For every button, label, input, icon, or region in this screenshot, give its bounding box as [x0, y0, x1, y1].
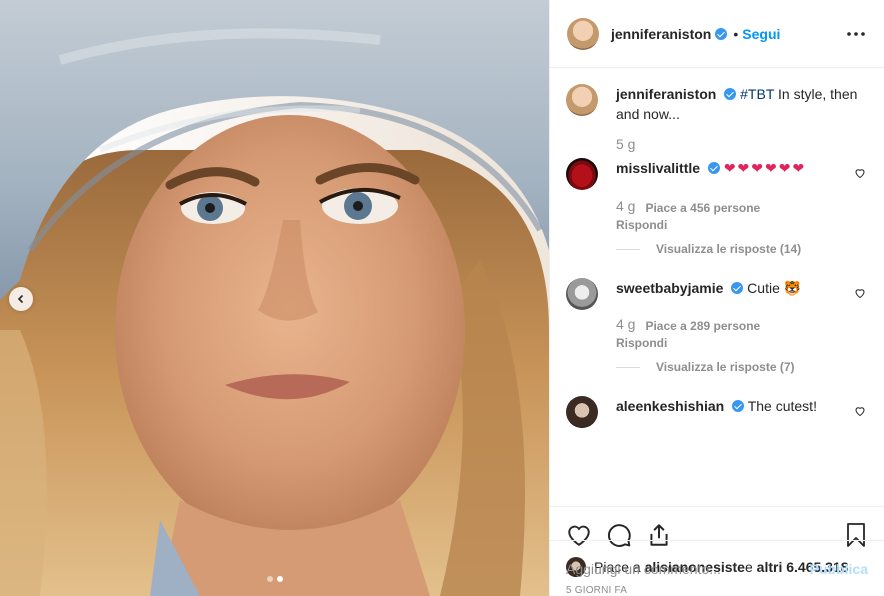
- more-icon: [847, 31, 865, 36]
- heart-icon: [855, 169, 865, 179]
- post-header: jenniferaniston • Segui: [550, 0, 884, 68]
- comment-avatar[interactable]: [566, 278, 598, 310]
- verified-icon: [707, 162, 720, 174]
- replies-divider: [616, 248, 640, 250]
- comment-input[interactable]: [566, 560, 810, 577]
- chevron-left-icon: [17, 294, 24, 304]
- comment: sweetbabyjamie Cutie 🐯 4 g Piace a 289 p…: [566, 278, 868, 350]
- comments-list[interactable]: jenniferaniston #TBT In style, then and …: [550, 68, 884, 506]
- comment: aleenkeshishian The cutest!: [566, 396, 868, 428]
- view-replies-button[interactable]: Visualizza le risposte (7): [616, 360, 868, 374]
- add-comment-bar: Pubblica: [550, 540, 884, 596]
- verified-icon: [724, 88, 737, 100]
- view-replies-label: Visualizza le risposte (14): [656, 242, 802, 256]
- comment: misslivalittle ❤❤❤❤❤❤ 4 g Piace a 456 pe…: [566, 158, 868, 232]
- verified-icon: [715, 27, 728, 40]
- follow-button[interactable]: Segui: [742, 26, 780, 42]
- carousel-dot-active: [276, 576, 283, 582]
- verified-icon: [732, 400, 745, 412]
- instagram-post: jenniferaniston • Segui jenniferaniston …: [0, 0, 884, 596]
- comment-likes[interactable]: Piace a 456 persone: [645, 198, 760, 218]
- replies-divider: [616, 366, 640, 368]
- caption-time[interactable]: 5 g: [616, 134, 635, 154]
- comment-avatar[interactable]: [566, 158, 598, 190]
- comment-like-button[interactable]: [854, 166, 866, 182]
- reply-button[interactable]: Rispondi: [616, 218, 846, 232]
- post-sidebar: jenniferaniston • Segui jenniferaniston …: [549, 0, 884, 596]
- comment-username[interactable]: sweetbabyjamie: [616, 280, 723, 296]
- heart-icon: [855, 289, 865, 299]
- comment-username[interactable]: aleenkeshishian: [616, 398, 724, 414]
- carousel-dot: [266, 576, 273, 582]
- heart-icon: [855, 407, 865, 417]
- comment-time[interactable]: 4 g: [616, 196, 635, 218]
- caption: jenniferaniston #TBT In style, then and …: [566, 84, 868, 154]
- caption-username[interactable]: jenniferaniston: [616, 86, 716, 102]
- caption-hashtag[interactable]: #TBT: [740, 86, 774, 102]
- author-username[interactable]: jenniferaniston: [611, 26, 711, 42]
- comment-likes[interactable]: Piace a 289 persone: [645, 316, 760, 336]
- comment-avatar[interactable]: [566, 396, 598, 428]
- header-separator: •: [733, 25, 739, 42]
- publish-button[interactable]: Pubblica: [810, 561, 868, 577]
- caption-avatar[interactable]: [566, 84, 598, 116]
- post-photo[interactable]: [0, 0, 549, 596]
- comment-username[interactable]: misslivalittle: [616, 160, 700, 176]
- comment-like-button[interactable]: [854, 404, 866, 420]
- more-options-button[interactable]: [844, 22, 868, 46]
- comment-text: ❤❤❤❤❤❤: [723, 160, 807, 176]
- comment-text: Cutie 🐯: [747, 280, 802, 296]
- verified-icon: [731, 282, 744, 294]
- comment-text: The cutest!: [747, 398, 817, 414]
- reply-button[interactable]: Rispondi: [616, 336, 846, 350]
- portrait-image: [0, 0, 549, 596]
- view-replies-label: Visualizza le risposte (7): [656, 360, 795, 374]
- carousel-indicators: [0, 576, 549, 582]
- comment-time[interactable]: 4 g: [616, 314, 635, 336]
- carousel-prev-button[interactable]: [9, 287, 33, 311]
- author-avatar[interactable]: [567, 17, 599, 50]
- view-replies-button[interactable]: Visualizza le risposte (14): [616, 242, 868, 256]
- comment-like-button[interactable]: [854, 286, 866, 302]
